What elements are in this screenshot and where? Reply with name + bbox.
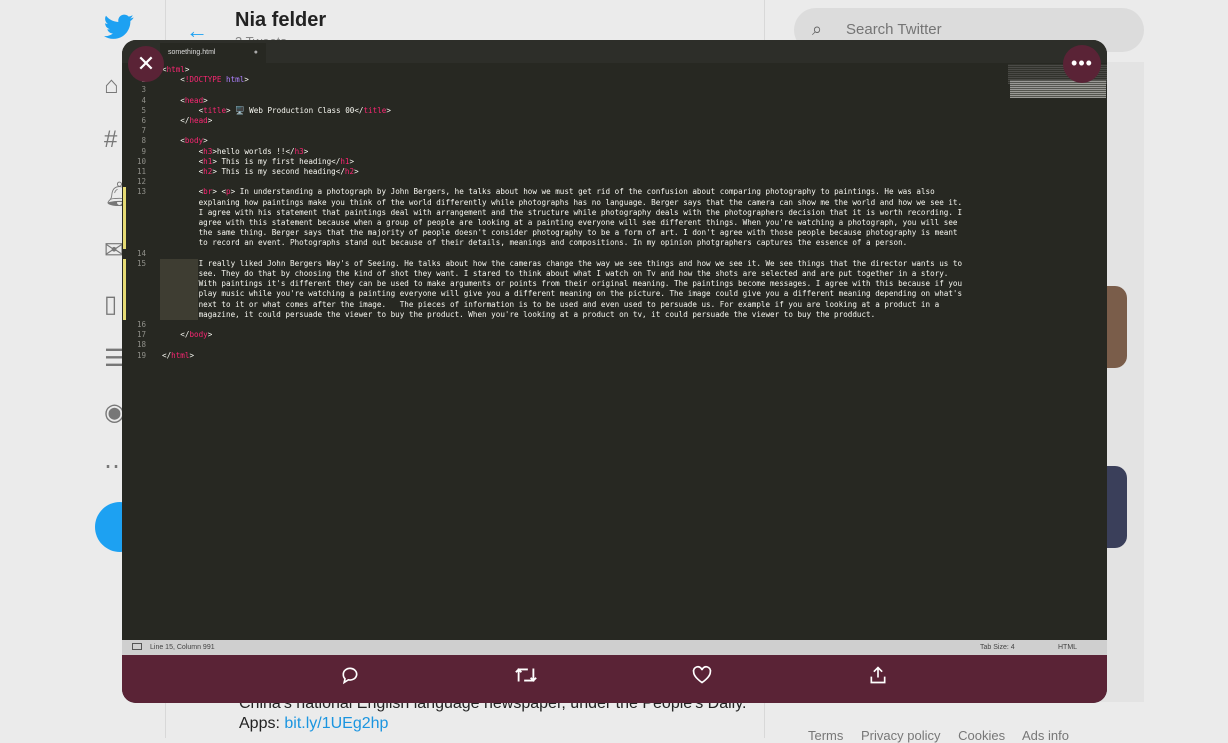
line-number: 19: [136, 350, 146, 360]
code-line: <br> <p> In understanding a photograph b…: [162, 187, 935, 197]
share-icon[interactable]: [864, 665, 892, 693]
line-number: 5: [141, 105, 146, 115]
syntax-mode[interactable]: HTML: [1058, 640, 1077, 655]
line-number: 8: [141, 136, 146, 146]
code-line: <body>: [162, 136, 208, 146]
line-number: 18: [136, 340, 146, 350]
code-line: <head>: [162, 95, 208, 105]
code-line: I agree with his statement that painting…: [162, 207, 963, 217]
code-line: explaning how paintings make you think o…: [162, 197, 963, 207]
line-number: 3: [141, 85, 146, 95]
line-number: 7: [141, 126, 146, 136]
unsaved-dot-icon: ●: [253, 49, 258, 56]
code-line: </head>: [162, 116, 213, 125]
footer-link-privacy[interactable]: Privacy policy: [861, 728, 940, 743]
heart-icon[interactable]: [688, 665, 716, 693]
footer-link-ads[interactable]: Ads info: [1022, 728, 1069, 743]
modified-line-marker: [123, 187, 126, 249]
code-line: <h1> This is my first heading</h1>: [162, 156, 355, 166]
close-button[interactable]: ✕: [128, 46, 164, 82]
line-number: 11: [136, 167, 146, 176]
code-line: With paintings it's different they can b…: [162, 279, 963, 289]
code-line: </body>: [162, 330, 213, 340]
code-area: <html> <!DOCTYPE html> <head> <title> 🖥️…: [160, 63, 1012, 640]
line-number: 6: [141, 116, 146, 125]
editor-tab-bar: something.html ●: [122, 40, 1107, 63]
tab-size[interactable]: Tab Size: 4: [980, 640, 1015, 655]
code-line: <title> 🖥️ Web Production Class 00</titl…: [162, 105, 391, 115]
editor-tab[interactable]: something.html ●: [160, 43, 266, 63]
code-line: magazine, it could persuade the viewer t…: [162, 309, 876, 319]
profile-name: Nia felder: [235, 9, 327, 31]
line-number: 14: [136, 248, 146, 258]
code-line: play music while you're watching a paint…: [162, 289, 963, 299]
line-number: 9: [141, 146, 146, 156]
code-line: next to it or what comes after the image…: [162, 299, 940, 309]
tweet-actions-bar: [122, 655, 1107, 703]
editor-tab-label: something.html: [168, 49, 216, 56]
code-line: I really liked John Bergers Way's of See…: [162, 258, 963, 268]
more-options-button[interactable]: •••: [1063, 45, 1101, 83]
line-number: 13: [136, 187, 146, 197]
reply-icon[interactable]: [336, 665, 364, 693]
status-bar: Line 15, Column 991 Tab Size: 4 HTML: [122, 640, 1107, 655]
code-line: agree with this statement because when a…: [162, 218, 958, 227]
footer-link-terms[interactable]: Terms: [808, 728, 843, 743]
line-gutter: 12345678910111213141516171819: [122, 63, 158, 640]
line-number: 10: [136, 156, 146, 166]
code-line: see. They do that by choosing the kind o…: [162, 269, 949, 278]
cursor-position: Line 15, Column 991: [150, 644, 215, 651]
bio-link[interactable]: bit.ly/1UEg2hp: [284, 715, 388, 732]
retweet-icon[interactable]: [512, 665, 540, 693]
code-line: </html>: [162, 350, 195, 360]
footer-link-cookies[interactable]: Cookies: [958, 728, 1005, 743]
panel-toggle-icon[interactable]: [132, 643, 142, 650]
search-input[interactable]: [844, 20, 1128, 39]
code-line: <h3>hello worlds !!</h3>: [162, 146, 309, 156]
footer-links: Terms Privacy policy Cookies Ads info: [808, 728, 1083, 743]
code-line: the same thing. Berger says that the maj…: [162, 228, 958, 238]
line-number: 12: [136, 177, 146, 187]
code-line: <!DOCTYPE html>: [162, 75, 249, 85]
line-number: 16: [136, 320, 146, 329]
line-number: 15: [136, 258, 146, 268]
line-number: 4: [141, 95, 146, 105]
code-line: to record an event. Photographs stand ou…: [162, 238, 908, 248]
line-number: 17: [136, 330, 146, 340]
code-line: <html>: [162, 65, 190, 74]
search-icon: ⌕: [812, 19, 823, 39]
modified-line-marker: [123, 258, 126, 320]
code-line: <h2> This is my second heading</h2>: [162, 167, 359, 176]
media-viewer: something.html● 123456789101112131415161…: [122, 40, 1107, 703]
